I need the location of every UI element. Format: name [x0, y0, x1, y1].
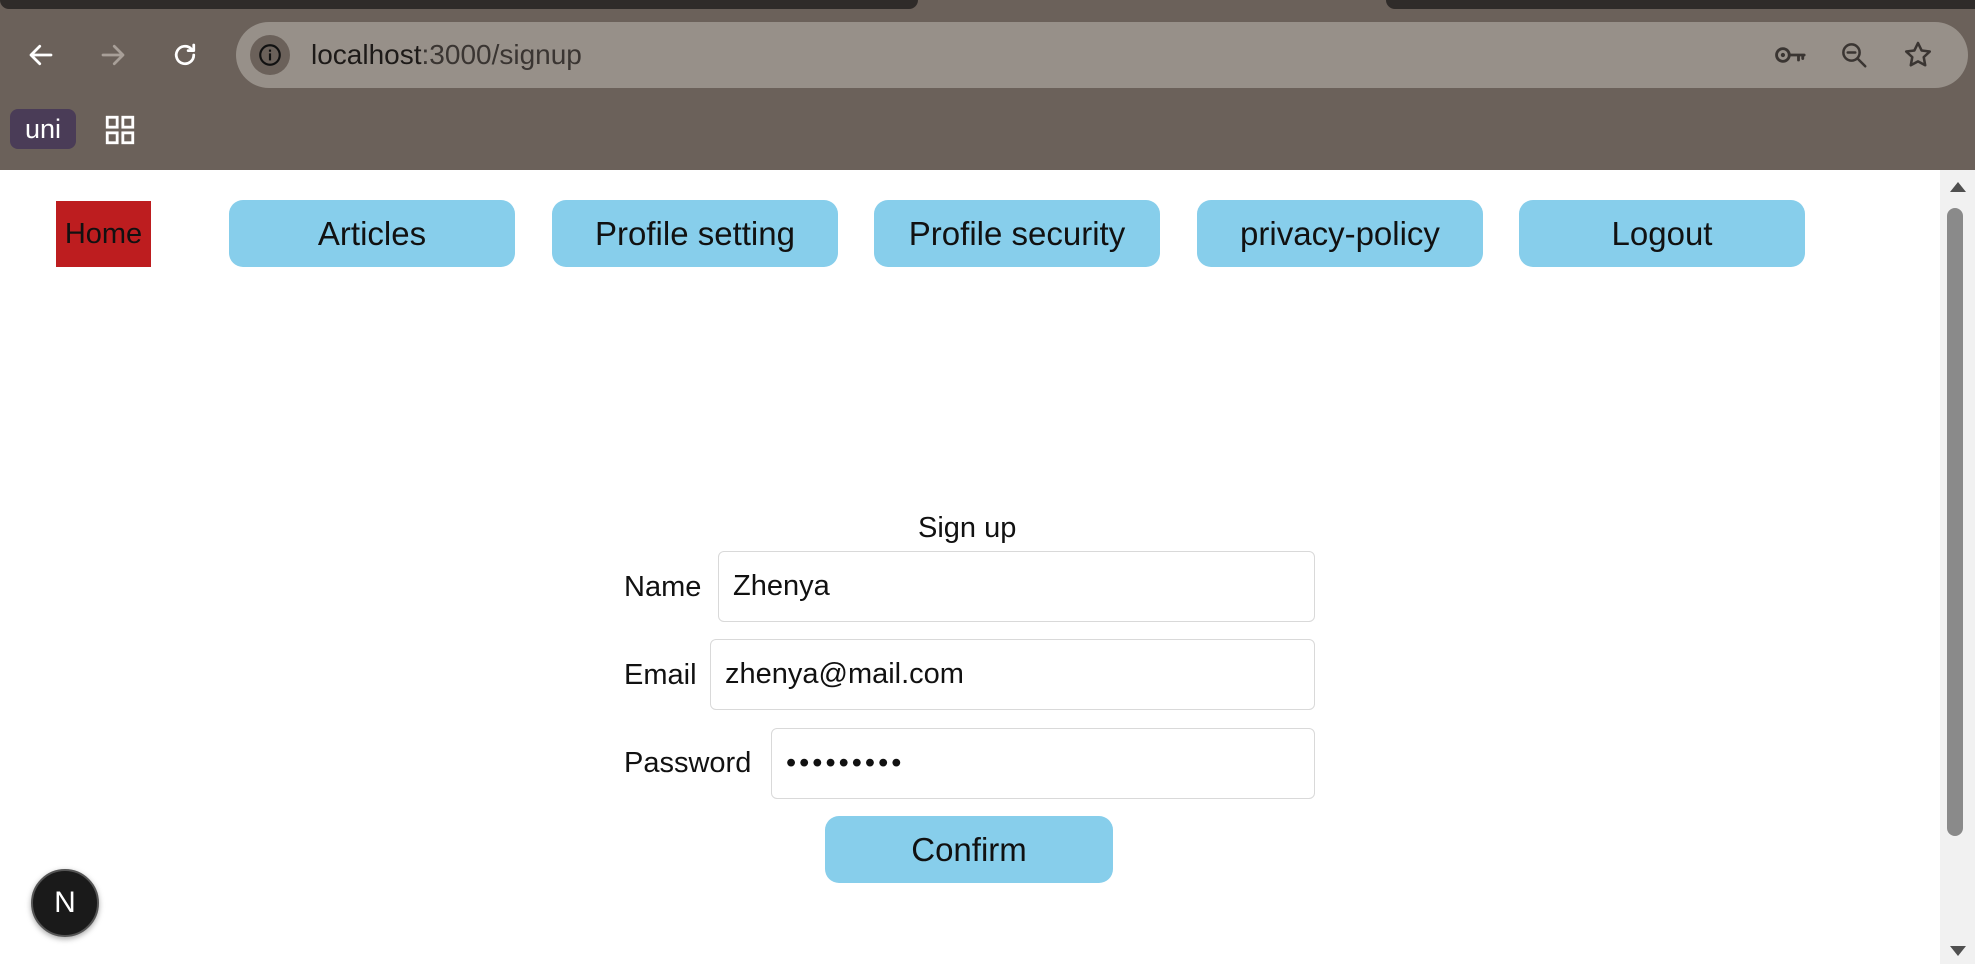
forward-button[interactable] [92, 34, 134, 76]
profile-setting-button[interactable]: Profile setting [552, 200, 838, 267]
nextjs-dev-badge[interactable]: N [31, 869, 99, 937]
key-icon [1775, 47, 1806, 63]
scroll-thumb[interactable] [1947, 208, 1963, 836]
home-button[interactable]: Home [56, 201, 151, 267]
apps-button[interactable] [103, 113, 137, 147]
site-info-button[interactable] [250, 35, 290, 75]
logout-button[interactable]: Logout [1519, 200, 1805, 267]
apps-grid-icon [105, 115, 135, 145]
email-input[interactable] [710, 639, 1315, 710]
tab-strip [0, 0, 1975, 10]
tab-right[interactable] [1386, 0, 1975, 9]
zoom-icon [1842, 43, 1867, 68]
back-button[interactable] [20, 34, 62, 76]
privacy-policy-button[interactable]: privacy-policy [1197, 200, 1483, 267]
email-label: Email [624, 659, 697, 691]
page-content: Home Articles Profile setting Profile se… [0, 170, 1940, 964]
password-manager-button[interactable] [1772, 37, 1808, 73]
form-title: Sign up [918, 512, 1017, 544]
arrow-left-icon [29, 44, 53, 66]
url-host: localhost [311, 39, 422, 70]
address-bar[interactable]: localhost:3000/signup [236, 22, 1968, 88]
info-icon [259, 44, 281, 66]
arrow-right-icon [101, 44, 125, 66]
name-input[interactable] [718, 551, 1315, 622]
password-input[interactable] [771, 728, 1315, 799]
profile-security-button[interactable]: Profile security [874, 200, 1160, 267]
url-text[interactable]: localhost:3000/signup [311, 40, 582, 70]
zoom-button[interactable] [1836, 37, 1872, 73]
bookmark-star-button[interactable] [1900, 37, 1936, 73]
tab-left[interactable] [0, 0, 918, 9]
reload-button[interactable] [164, 34, 206, 76]
confirm-button[interactable]: Confirm [825, 816, 1113, 883]
browser-toolbar: localhost:3000/signup uni [0, 0, 1975, 170]
bookmark-uni[interactable]: uni [10, 109, 76, 149]
scroll-down-arrow-icon[interactable] [1950, 946, 1966, 956]
star-icon [1905, 41, 1931, 67]
vertical-scrollbar[interactable] [1940, 170, 1975, 964]
url-path: :3000/signup [421, 39, 582, 70]
scroll-up-arrow-icon[interactable] [1950, 182, 1966, 192]
name-label: Name [624, 571, 702, 603]
reload-icon [174, 43, 196, 66]
password-label: Password [624, 747, 752, 779]
articles-button[interactable]: Articles [229, 200, 515, 267]
